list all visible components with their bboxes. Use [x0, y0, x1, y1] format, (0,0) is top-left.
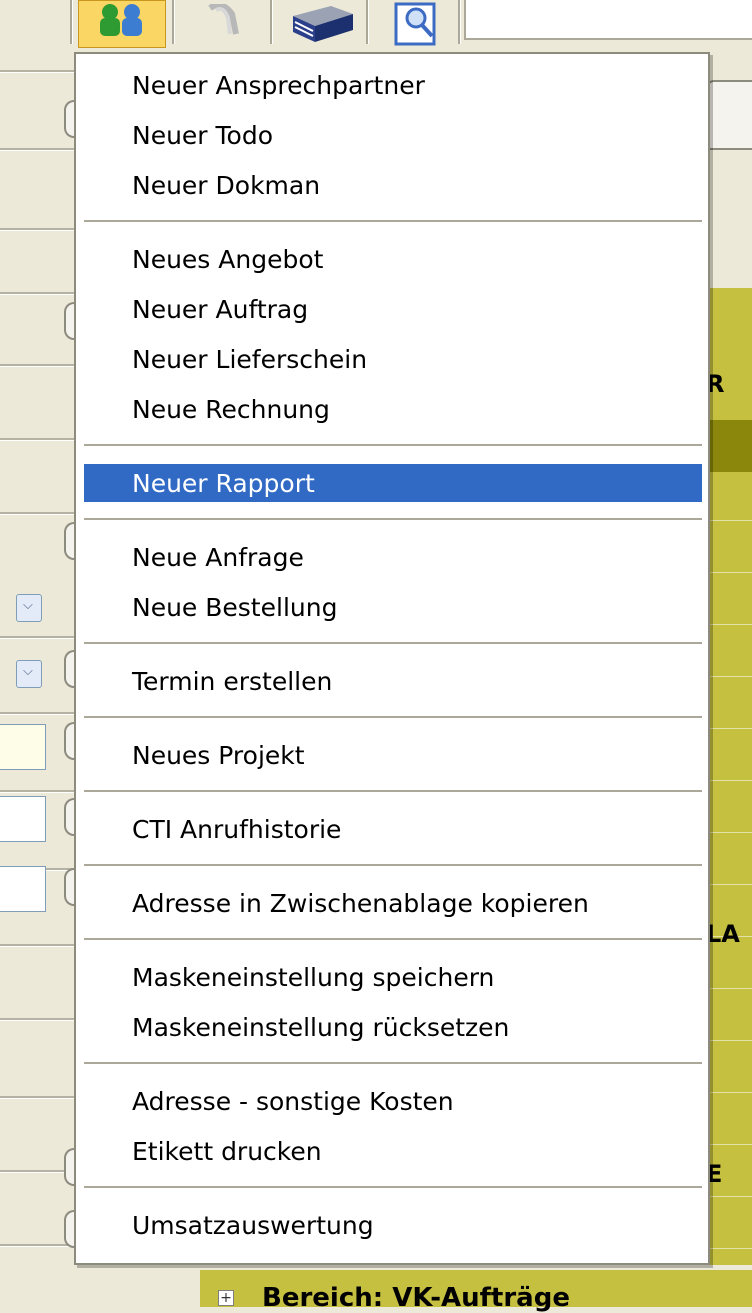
menu-item[interactable]: Maskeneinstellung speichern: [84, 958, 702, 996]
toolbar-separator: [172, 0, 175, 44]
right-tab[interactable]: [706, 80, 752, 150]
toolbar-separator: [270, 0, 273, 44]
menu-item-label: Neues Projekt: [132, 741, 305, 770]
menu-item-label: Neuer Rapport: [132, 469, 315, 498]
stack-icon: [293, 6, 353, 42]
toolbar: [0, 0, 752, 50]
chevron-down-icon: ⌵: [23, 664, 33, 679]
menu-item[interactable]: Neuer Lieferschein: [84, 340, 702, 378]
menu-item-label: Neuer Ansprechpartner: [132, 71, 425, 100]
stack-button[interactable]: [278, 0, 366, 48]
section-title: Bereich: VK-Aufträge: [262, 1283, 570, 1313]
menu-item-label: Neue Rechnung: [132, 395, 330, 424]
menu-separator: [84, 716, 702, 718]
menu-separator: [84, 220, 702, 222]
menu-item-label: Neuer Lieferschein: [132, 345, 368, 374]
panel-divider: [0, 1018, 76, 1021]
toolbar-separator: [366, 0, 369, 44]
panel-divider: [0, 364, 76, 367]
menu-item[interactable]: Neuer Ansprechpartner: [84, 66, 702, 104]
toolbar-field: [464, 0, 752, 40]
panel-divider: [0, 790, 76, 793]
menu-item-label: Adresse in Zwischenablage kopieren: [132, 889, 589, 918]
input-field[interactable]: [0, 796, 46, 842]
menu-separator: [84, 1186, 702, 1188]
magnifier-icon: [394, 2, 436, 46]
menu-item[interactable]: Neuer Dokman: [84, 166, 702, 204]
panel-divider: [0, 438, 76, 441]
menu-separator: [84, 938, 702, 940]
menu-item[interactable]: Neuer Rapport: [84, 464, 702, 502]
menu-separator: [84, 1062, 702, 1064]
toolbar-separator: [70, 0, 73, 44]
panel-divider: [0, 944, 76, 947]
menu-item[interactable]: Neue Anfrage: [84, 538, 702, 576]
menu-item-label: Umsatzauswertung: [132, 1211, 374, 1240]
menu-separator: [84, 518, 702, 520]
paperclip-icon: [208, 4, 239, 35]
dropdown-button[interactable]: ⌵: [16, 594, 42, 622]
context-menu: Neuer Ansprechpartner Neuer Todo Neuer Dok…: [74, 52, 710, 1265]
menu-item[interactable]: Neue Bestellung: [84, 588, 702, 626]
new-items-button[interactable]: [78, 0, 166, 48]
panel-divider: [0, 1096, 76, 1099]
menu-separator: [84, 444, 702, 446]
menu-item[interactable]: CTI Anrufhistorie: [84, 810, 702, 848]
menu-item[interactable]: Neues Projekt: [84, 736, 702, 774]
menu-item[interactable]: Etikett drucken: [84, 1132, 702, 1170]
menu-item-label: CTI Anrufhistorie: [132, 815, 342, 844]
menu-item[interactable]: Neuer Auftrag: [84, 290, 702, 328]
chevron-down-icon: ⌵: [23, 598, 33, 613]
menu-item-label: Adresse - sonstige Kosten: [132, 1087, 454, 1116]
menu-item[interactable]: Neues Angebot: [84, 240, 702, 278]
menu-item[interactable]: Maskeneinstellung rücksetzen: [84, 1008, 702, 1046]
search-button[interactable]: [372, 0, 460, 48]
input-field[interactable]: [0, 866, 46, 912]
expand-icon[interactable]: +: [218, 1290, 234, 1306]
panel-divider: [0, 228, 76, 231]
panel-divider: [0, 512, 76, 515]
menu-item[interactable]: Umsatzauswertung: [84, 1206, 702, 1244]
menu-item-label: Etikett drucken: [132, 1137, 322, 1166]
menu-item-label: Neues Angebot: [132, 245, 324, 274]
people-icon: [100, 4, 142, 36]
menu-item-label: Termin erstellen: [132, 667, 333, 696]
menu-item[interactable]: Termin erstellen: [84, 662, 702, 700]
panel-divider: [0, 292, 76, 295]
menu-item[interactable]: Adresse in Zwischenablage kopieren: [84, 884, 702, 922]
panel-divider: [0, 70, 76, 73]
menu-item-label: Maskeneinstellung rücksetzen: [132, 1013, 510, 1042]
left-form-panel: [0, 0, 76, 1307]
menu-separator: [84, 864, 702, 866]
menu-item-label: Neue Anfrage: [132, 543, 304, 572]
menu-item-label: Neuer Todo: [132, 121, 274, 150]
menu-item-label: Neue Bestellung: [132, 593, 338, 622]
panel-divider: [0, 1244, 76, 1247]
menu-item-label: Neuer Auftrag: [132, 295, 309, 324]
menu-item[interactable]: Neuer Todo: [84, 116, 702, 154]
input-field[interactable]: [0, 724, 46, 770]
menu-item-label: Neuer Dokman: [132, 171, 321, 200]
menu-item-label: Maskeneinstellung speichern: [132, 963, 495, 992]
toolbar-separator: [458, 0, 461, 44]
panel-divider: [0, 712, 76, 715]
menu-item[interactable]: Neue Rechnung: [84, 390, 702, 428]
panel-divider: [0, 148, 76, 151]
menu-separator: [84, 790, 702, 792]
menu-separator: [84, 642, 702, 644]
panel-divider: [0, 636, 76, 639]
attach-button[interactable]: [178, 0, 266, 48]
right-header-label: LA: [706, 920, 740, 948]
menu-item[interactable]: Adresse - sonstige Kosten: [84, 1082, 702, 1120]
dropdown-button[interactable]: ⌵: [16, 660, 42, 688]
